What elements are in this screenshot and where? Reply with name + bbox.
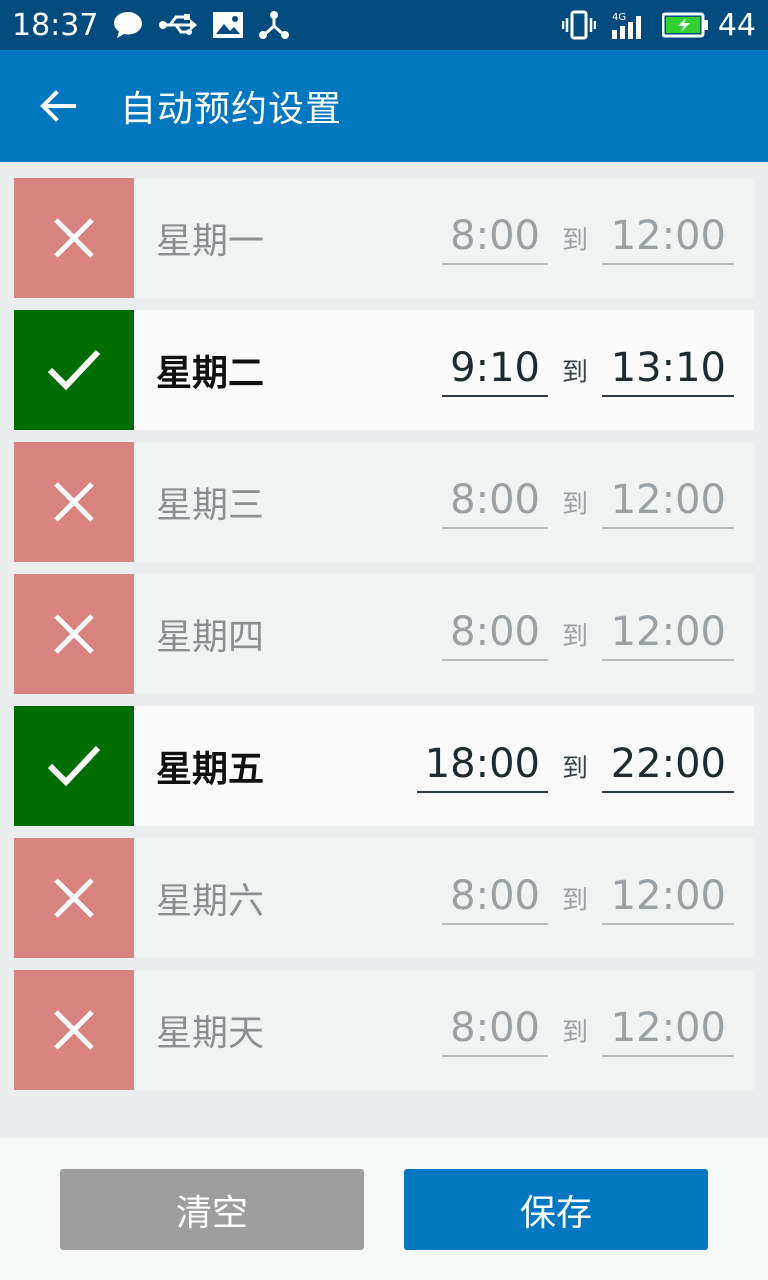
image-icon bbox=[212, 11, 244, 39]
day-toggle-button[interactable] bbox=[14, 442, 134, 562]
day-label: 星期四 bbox=[156, 617, 265, 658]
schedule-row-tuesday: 星期二 9:10 到 13:10 bbox=[14, 310, 754, 430]
share-icon bbox=[258, 10, 290, 40]
close-icon bbox=[54, 482, 94, 522]
schedule-row-sunday: 星期天 8:00 到 12:00 bbox=[14, 970, 754, 1090]
end-time-field[interactable]: 13:10 bbox=[602, 343, 734, 397]
to-label: 到 bbox=[561, 357, 588, 388]
schedule-list: 星期一 8:00 到 12:00 星期二 9:10 到 13:10 星期三 8:… bbox=[14, 178, 754, 1102]
start-time-field[interactable]: 8:00 bbox=[441, 607, 548, 661]
chat-icon bbox=[112, 10, 144, 40]
status-bar: 18:37 4G 44 bbox=[0, 0, 768, 50]
start-time-field[interactable]: 8:00 bbox=[441, 211, 548, 265]
day-label: 星期一 bbox=[156, 221, 265, 262]
day-toggle-button[interactable] bbox=[14, 706, 134, 826]
end-time-field[interactable]: 12:00 bbox=[602, 871, 734, 925]
end-time-field[interactable]: 22:00 bbox=[602, 739, 734, 793]
to-label: 到 bbox=[561, 753, 588, 784]
schedule-row-friday: 星期五 18:00 到 22:00 bbox=[14, 706, 754, 826]
footer-bar: 清空 保存 bbox=[0, 1138, 768, 1280]
signal-4g-icon: 4G bbox=[610, 10, 648, 40]
close-icon bbox=[54, 614, 94, 654]
status-time: 18:37 bbox=[12, 7, 99, 43]
close-icon bbox=[54, 878, 94, 918]
end-time-field[interactable]: 12:00 bbox=[602, 211, 734, 265]
schedule-row-wednesday: 星期三 8:00 到 12:00 bbox=[14, 442, 754, 562]
day-label: 星期五 bbox=[156, 749, 265, 790]
to-label: 到 bbox=[561, 489, 588, 520]
vibrate-icon bbox=[561, 10, 596, 40]
day-label: 星期六 bbox=[156, 881, 265, 922]
to-label: 到 bbox=[561, 225, 588, 256]
start-time-field[interactable]: 18:00 bbox=[416, 739, 548, 793]
end-time-field[interactable]: 12:00 bbox=[602, 1003, 734, 1057]
start-time-field[interactable]: 8:00 bbox=[441, 871, 548, 925]
save-button[interactable]: 保存 bbox=[404, 1169, 708, 1250]
close-icon bbox=[54, 1010, 94, 1050]
day-label: 星期二 bbox=[156, 353, 265, 394]
day-toggle-button[interactable] bbox=[14, 970, 134, 1090]
day-toggle-button[interactable] bbox=[14, 178, 134, 298]
schedule-row-saturday: 星期六 8:00 到 12:00 bbox=[14, 838, 754, 958]
day-label: 星期三 bbox=[156, 485, 265, 526]
svg-text:4G: 4G bbox=[612, 12, 626, 23]
day-label: 星期天 bbox=[156, 1013, 265, 1054]
start-time-field[interactable]: 8:00 bbox=[441, 475, 548, 529]
day-toggle-button[interactable] bbox=[14, 574, 134, 694]
clear-button[interactable]: 清空 bbox=[60, 1169, 364, 1250]
schedule-row-monday: 星期一 8:00 到 12:00 bbox=[14, 178, 754, 298]
check-icon bbox=[47, 745, 101, 787]
start-time-field[interactable]: 8:00 bbox=[441, 1003, 548, 1057]
end-time-field[interactable]: 12:00 bbox=[602, 607, 734, 661]
day-toggle-button[interactable] bbox=[14, 838, 134, 958]
check-icon bbox=[47, 349, 101, 391]
page-title: 自动预约设置 bbox=[120, 89, 343, 130]
battery-charging-icon bbox=[661, 12, 708, 38]
end-time-field[interactable]: 12:00 bbox=[602, 475, 734, 529]
usb-icon bbox=[158, 13, 198, 37]
to-label: 到 bbox=[561, 1017, 588, 1048]
close-icon bbox=[54, 218, 94, 258]
battery-level: 44 bbox=[717, 7, 756, 43]
app-bar: 自动预约设置 bbox=[0, 50, 768, 162]
day-toggle-button[interactable] bbox=[14, 310, 134, 430]
back-button[interactable] bbox=[28, 76, 88, 136]
to-label: 到 bbox=[561, 885, 588, 916]
schedule-row-thursday: 星期四 8:00 到 12:00 bbox=[14, 574, 754, 694]
start-time-field[interactable]: 9:10 bbox=[441, 343, 548, 397]
arrow-left-icon bbox=[40, 90, 76, 122]
to-label: 到 bbox=[561, 621, 588, 652]
